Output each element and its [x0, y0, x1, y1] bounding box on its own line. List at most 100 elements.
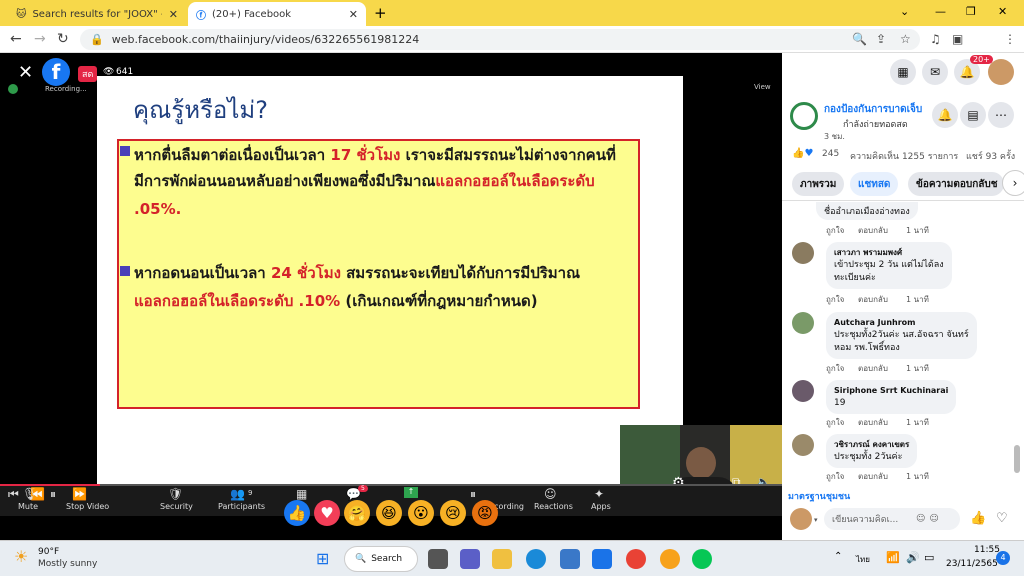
- wow-reaction-icon[interactable]: 😮: [408, 500, 434, 526]
- tabs-next-icon[interactable]: ›: [1002, 170, 1024, 196]
- media-player-icon[interactable]: [660, 549, 680, 569]
- media-icon[interactable]: ♫: [930, 31, 941, 47]
- forward-icon[interactable]: ⏩: [72, 487, 87, 501]
- store-icon[interactable]: [560, 549, 580, 569]
- edge-icon[interactable]: [526, 549, 546, 569]
- bookmark-star-icon[interactable]: ☆: [900, 31, 911, 47]
- profile-avatar[interactable]: [988, 59, 1014, 85]
- send-heart-icon[interactable]: ♡: [996, 511, 1008, 526]
- reactions-button[interactable]: Reactions: [534, 502, 573, 511]
- sidepanel-icon[interactable]: ▣: [952, 31, 963, 47]
- forward-icon[interactable]: →: [34, 31, 46, 47]
- tab-live-chat[interactable]: แชทสด: [850, 172, 899, 196]
- reply-link[interactable]: ตอบกลับ: [858, 362, 888, 375]
- file-explorer-icon[interactable]: [492, 549, 512, 569]
- start-windows-icon[interactable]: ⊞: [316, 549, 329, 568]
- skip-back-icon[interactable]: ⏮: [8, 487, 19, 502]
- gif-icon[interactable]: ☺: [929, 514, 938, 524]
- emoji-icon[interactable]: ☺: [916, 514, 925, 524]
- chrome-icon[interactable]: [626, 549, 646, 569]
- tab-facebook[interactable]: ⓕ (20+) Facebook ✕: [188, 2, 366, 26]
- page-name[interactable]: กองป้องกันการบาดเจ็บ: [824, 102, 922, 117]
- tab-overview[interactable]: ภาพรวม: [792, 172, 845, 196]
- record-icon[interactable]: ⏸: [470, 487, 476, 502]
- reply-link[interactable]: ตอบกลับ: [858, 470, 888, 483]
- polls-icon[interactable]: ▦: [296, 487, 307, 501]
- comment-count[interactable]: ความคิดเห็น 1255 รายการ: [850, 149, 958, 163]
- like-link[interactable]: ถูกใจ: [826, 416, 844, 429]
- teams-icon[interactable]: [460, 549, 480, 569]
- reply-link[interactable]: ตอบกลับ: [858, 224, 888, 237]
- haha-reaction-icon[interactable]: 😆: [376, 500, 402, 526]
- page-avatar[interactable]: [790, 102, 818, 130]
- temperature[interactable]: 90°F: [38, 547, 59, 557]
- commenter-name[interactable]: วชิราภรณ์ คงคาเขตร: [834, 438, 909, 451]
- commenter-name[interactable]: เสาวภา พรามมพงศ์: [834, 246, 944, 259]
- battery-icon[interactable]: ▭: [924, 551, 934, 564]
- volume-icon[interactable]: 🔊: [906, 551, 920, 564]
- reactions-icon[interactable]: ☺: [544, 487, 557, 501]
- facebook-logo-icon[interactable]: f: [42, 58, 70, 86]
- like-link[interactable]: ถูกใจ: [826, 293, 844, 306]
- task-view-icon[interactable]: [428, 549, 448, 569]
- close-tab-icon[interactable]: ✕: [349, 8, 358, 21]
- clock-date[interactable]: 23/11/2565: [946, 559, 998, 569]
- back-icon[interactable]: ←: [10, 31, 22, 47]
- messenger-icon[interactable]: ✉: [922, 59, 948, 85]
- angry-reaction-icon[interactable]: 😡: [472, 500, 498, 526]
- language-indicator[interactable]: ไทย: [856, 553, 870, 566]
- stop-video-button[interactable]: Stop Video: [66, 502, 109, 511]
- view-button[interactable]: View: [754, 83, 771, 91]
- new-tab-button[interactable]: +: [374, 4, 387, 22]
- address-bar[interactable]: 🔒 web.facebook.com/thaiinjury/videos/632…: [80, 29, 920, 50]
- more-options-icon[interactable]: ⋯: [988, 102, 1014, 128]
- participants-button[interactable]: Participants: [218, 502, 265, 511]
- wifi-icon[interactable]: 📶: [886, 551, 900, 564]
- mute-button[interactable]: Mute: [18, 502, 38, 511]
- menu-kebab-icon[interactable]: ⋮: [1004, 31, 1016, 47]
- like-link[interactable]: ถูกใจ: [826, 470, 844, 483]
- like-reaction-icon[interactable]: 👍: [284, 500, 310, 526]
- share-screen-icon[interactable]: ↑: [404, 487, 418, 498]
- like-link[interactable]: ถูกใจ: [826, 362, 844, 375]
- community-standards-link[interactable]: มาตรฐานชุมชน: [788, 489, 850, 503]
- comment-input[interactable]: เขียนความคิดเ... ☺ ☺: [824, 508, 960, 530]
- apps-button[interactable]: Apps: [591, 502, 611, 511]
- tray-chevron-icon[interactable]: ⌃: [834, 551, 842, 562]
- tab-joox[interactable]: 🐱 Search results for "JOOX" - Thaila ✕: [8, 2, 186, 26]
- love-reaction-icon[interactable]: ♥: [314, 500, 340, 526]
- pause-icon[interactable]: ⏸: [50, 487, 56, 502]
- close-video-icon[interactable]: ✕: [18, 62, 33, 83]
- share-icon[interactable]: ⇪: [876, 31, 886, 47]
- scrollbar-thumb[interactable]: [1014, 445, 1020, 473]
- reaction-count[interactable]: 245: [822, 149, 839, 159]
- save-icon[interactable]: ▤: [960, 102, 986, 128]
- security-button[interactable]: Security: [160, 502, 193, 511]
- search-button[interactable]: 🔍 Search: [344, 546, 418, 572]
- share-count[interactable]: แชร์ 93 ครั้ง: [966, 149, 1015, 163]
- avatar[interactable]: [792, 312, 814, 334]
- close-window-button[interactable]: ✕: [998, 5, 1007, 18]
- reply-link[interactable]: ตอบกลับ: [858, 416, 888, 429]
- avatar[interactable]: [792, 242, 814, 264]
- notification-count[interactable]: 4: [996, 551, 1010, 565]
- maximize-button[interactable]: ❐: [966, 5, 976, 18]
- minimize-button[interactable]: —: [935, 5, 946, 18]
- chevron-down-icon[interactable]: ▾: [814, 516, 818, 524]
- avatar[interactable]: [792, 380, 814, 402]
- tab-replies[interactable]: ข้อความตอบกลับช: [908, 172, 1004, 196]
- sad-reaction-icon[interactable]: 😢: [440, 500, 466, 526]
- weather-status[interactable]: Mostly sunny: [38, 559, 97, 569]
- close-tab-icon[interactable]: ✕: [169, 8, 178, 21]
- reply-link[interactable]: ตอบกลับ: [858, 293, 888, 306]
- my-avatar[interactable]: [790, 508, 812, 530]
- apps-icon[interactable]: ✦: [594, 487, 604, 501]
- like-link[interactable]: ถูกใจ: [826, 224, 844, 237]
- tab-search-icon[interactable]: ⌄: [900, 5, 909, 18]
- zoom-icon[interactable]: 🔍: [852, 31, 867, 47]
- menu-grid-icon[interactable]: ▦: [890, 59, 916, 85]
- reload-icon[interactable]: ↻: [57, 31, 69, 47]
- line-icon[interactable]: [692, 549, 712, 569]
- care-reaction-icon[interactable]: 🤗: [344, 500, 370, 526]
- commenter-name[interactable]: Siriphone Srrt Kuchinarai: [834, 384, 948, 397]
